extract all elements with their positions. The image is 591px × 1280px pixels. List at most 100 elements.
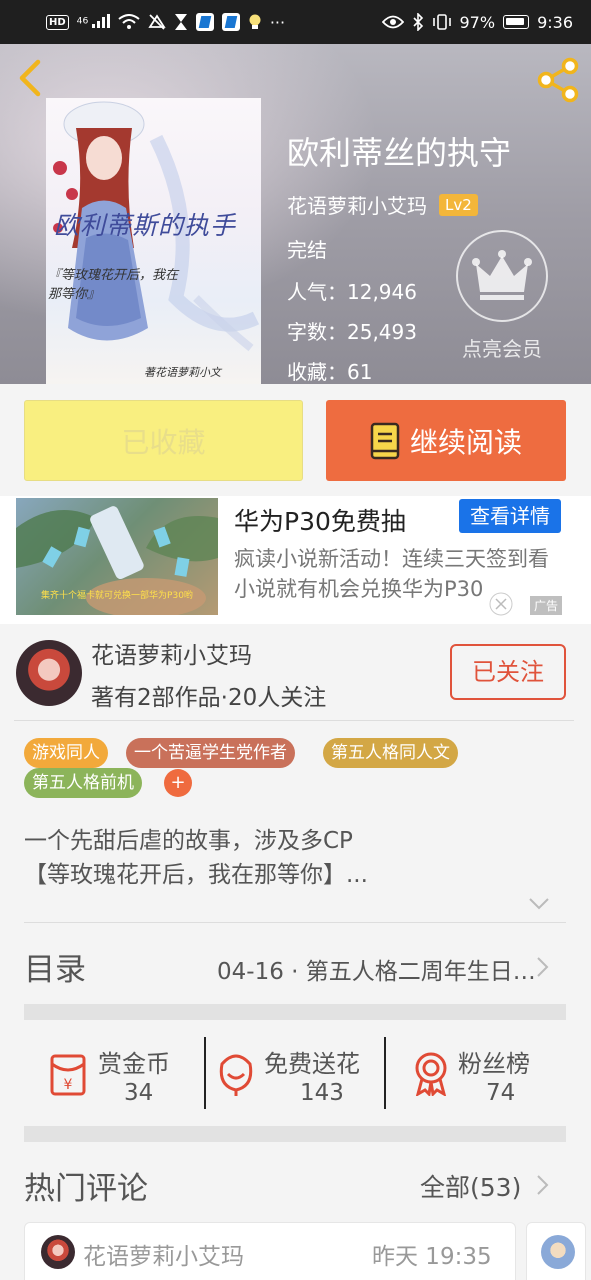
tag-label: 游戏同人 [32, 743, 100, 763]
ad-banner[interactable]: 集齐十个福卡就可兑换一部华为P30哟 华为P30免费抽 查看详情 疯读小说新活动… [0, 496, 591, 624]
intro-line-2: 【等玫瑰花开后，我在那等你】... [24, 862, 368, 888]
continue-reading-button[interactable]: 继续阅读 [326, 400, 566, 481]
network-type-label: 46 [76, 14, 89, 26]
wifi-icon [118, 14, 140, 29]
table-of-contents-row[interactable]: 目录 04-16 · 第五人格二周年生日快乐 [24, 940, 569, 994]
continue-reading-label: 继续阅读 [409, 425, 522, 459]
divider [14, 720, 574, 721]
status-left: HD 46 ··· [46, 13, 285, 32]
more-notifications-icon: ··· [269, 12, 286, 32]
hot-comments-title: 热门评论 [24, 1171, 148, 1207]
collected-label: 已收藏 [121, 425, 206, 459]
author-level-badge: Lv2 [439, 193, 478, 216]
divider [24, 922, 566, 923]
ad-title[interactable]: 华为P30免费抽 [234, 502, 406, 538]
intro-line-1: 一个先甜后虐的故事，涉及多CP [24, 828, 353, 854]
avatar[interactable] [16, 640, 82, 706]
battery-percent: 97% [459, 12, 496, 32]
cover-art-quote: 『等玫瑰花开后，我在那等你』 [48, 268, 179, 302]
medal-icon [415, 1052, 447, 1096]
tag-item[interactable]: 游戏同人 [24, 738, 108, 768]
tag-item[interactable]: 第五人格同人文 [323, 738, 458, 768]
tag-item[interactable]: 一个苦逼学生党作者 [126, 738, 295, 768]
ad-tag: 广告 [530, 596, 563, 615]
comment-card[interactable] [526, 1222, 586, 1280]
stat-label: 粉丝榜 [458, 1050, 530, 1078]
stat-value: 74 [486, 1080, 516, 1106]
ad-image[interactable]: 集齐十个福卡就可兑换一部华为P30哟 [16, 498, 218, 615]
favorites-label: 收藏： [287, 360, 347, 384]
clock: 9:36 [537, 12, 573, 32]
author-card-meta: 著有2部作品·20人关注 [91, 685, 327, 711]
cover-art-author: 著花语萝莉小文 [144, 366, 221, 379]
bulb-icon [249, 14, 261, 29]
book-status: 完结 [287, 238, 327, 262]
stat-label: 赏金币 [98, 1050, 170, 1078]
cellular-signal-icon: 46 [76, 13, 110, 31]
ad-detail-button[interactable]: 查看详情 [459, 499, 561, 533]
comment-author[interactable]: 花语萝莉小艾玛 [83, 1237, 244, 1271]
ad-close-icon[interactable] [484, 592, 518, 616]
stats-row: ¥ 赏金币 34 免费送花 143 粉丝榜 74 [24, 1036, 566, 1110]
status-right: 97% 9:36 [381, 12, 573, 32]
popularity-value: 12,946 [347, 280, 417, 304]
tag-label: 第五人格前机 [32, 773, 134, 793]
ad-image-caption: 集齐十个福卡就可兑换一部华为P30哟 [41, 591, 193, 601]
book-icon [370, 422, 400, 459]
popularity-row: 人气：12,946 [287, 276, 417, 305]
collected-button[interactable]: 已收藏 [24, 400, 303, 481]
reward-coins-stat[interactable]: ¥ 赏金币 34 [24, 1036, 204, 1110]
vibrate-icon [432, 14, 451, 30]
share-icon[interactable] [534, 56, 582, 104]
popularity-label: 人气： [287, 280, 347, 304]
toc-label: 目录 [24, 952, 86, 988]
back-icon[interactable] [12, 58, 52, 98]
app-screen: HD 46 ··· 97% 9:36 欧利蒂斯的执手 『等玫瑰花开后，我在那等你… [0, 0, 591, 1280]
follow-button[interactable]: 已关注 [450, 644, 566, 700]
chevron-right-icon[interactable] [536, 1174, 550, 1196]
free-flowers-stat[interactable]: 免费送花 143 [206, 1036, 386, 1110]
bluetooth-icon [412, 13, 423, 31]
chevron-down-icon[interactable] [528, 897, 550, 911]
red-envelope-icon: ¥ [50, 1054, 86, 1096]
toc-latest-chapter: 04-16 · 第五人格二周年生日快乐 [217, 959, 537, 985]
svg-text:¥: ¥ [64, 1077, 73, 1093]
hourglass-icon [174, 14, 187, 30]
hd-indicator: HD [46, 14, 69, 30]
app-notification-icon-2 [221, 13, 240, 31]
comment-card[interactable]: 花语萝莉小艾玛 昨天 19:35 [24, 1222, 516, 1280]
add-tag-button[interactable]: + [164, 769, 192, 797]
comment-time: 昨天 19:35 [372, 1244, 492, 1270]
word-count-row: 字数：25,493 [287, 316, 417, 345]
stat-label: 免费送花 [264, 1050, 360, 1078]
word-count-label: 字数： [287, 320, 347, 344]
tag-item[interactable]: 第五人格前机 [24, 768, 142, 798]
vip-label[interactable]: 点亮会员 [456, 333, 548, 362]
stat-value: 143 [300, 1080, 344, 1106]
crown-icon [472, 250, 532, 300]
author-card[interactable]: 花语萝莉小艾玛 著有2部作品·20人关注 已关注 [0, 624, 591, 720]
book-intro[interactable]: 一个先甜后虐的故事，涉及多CP 【等玫瑰花开后，我在那等你】... [24, 824, 569, 892]
battery-icon [503, 15, 530, 29]
app-notification-icon [195, 13, 214, 31]
section-divider [24, 1004, 566, 1020]
avatar[interactable] [41, 1235, 75, 1269]
book-title: 欧利蒂丝的执守 [287, 134, 512, 172]
word-count-value: 25,493 [347, 320, 417, 344]
favorites-value: 61 [347, 360, 373, 384]
tag-label: 一个苦逼学生党作者 [134, 743, 287, 763]
action-bar: 已收藏 继续阅读 [0, 384, 591, 496]
muted-alarm-icon [148, 14, 166, 30]
flower-icon [219, 1054, 253, 1096]
author-name[interactable]: 花语萝莉小艾玛 [287, 190, 427, 219]
vip-badge[interactable] [456, 230, 548, 322]
tag-label: 第五人格同人文 [331, 743, 450, 763]
cover-art-title: 欧利蒂斯的执手 [54, 211, 237, 240]
fan-ranking-stat[interactable]: 粉丝榜 74 [386, 1036, 566, 1110]
author-card-name[interactable]: 花语萝莉小艾玛 [91, 636, 252, 670]
avatar[interactable] [541, 1235, 575, 1269]
favorites-row: 收藏：61 [287, 356, 372, 384]
all-comments-link[interactable]: 全部(53) [420, 1168, 521, 1204]
section-divider [24, 1126, 566, 1142]
book-cover[interactable]: 欧利蒂斯的执手 『等玫瑰花开后，我在那等你』 著花语萝莉小文 [46, 98, 261, 384]
